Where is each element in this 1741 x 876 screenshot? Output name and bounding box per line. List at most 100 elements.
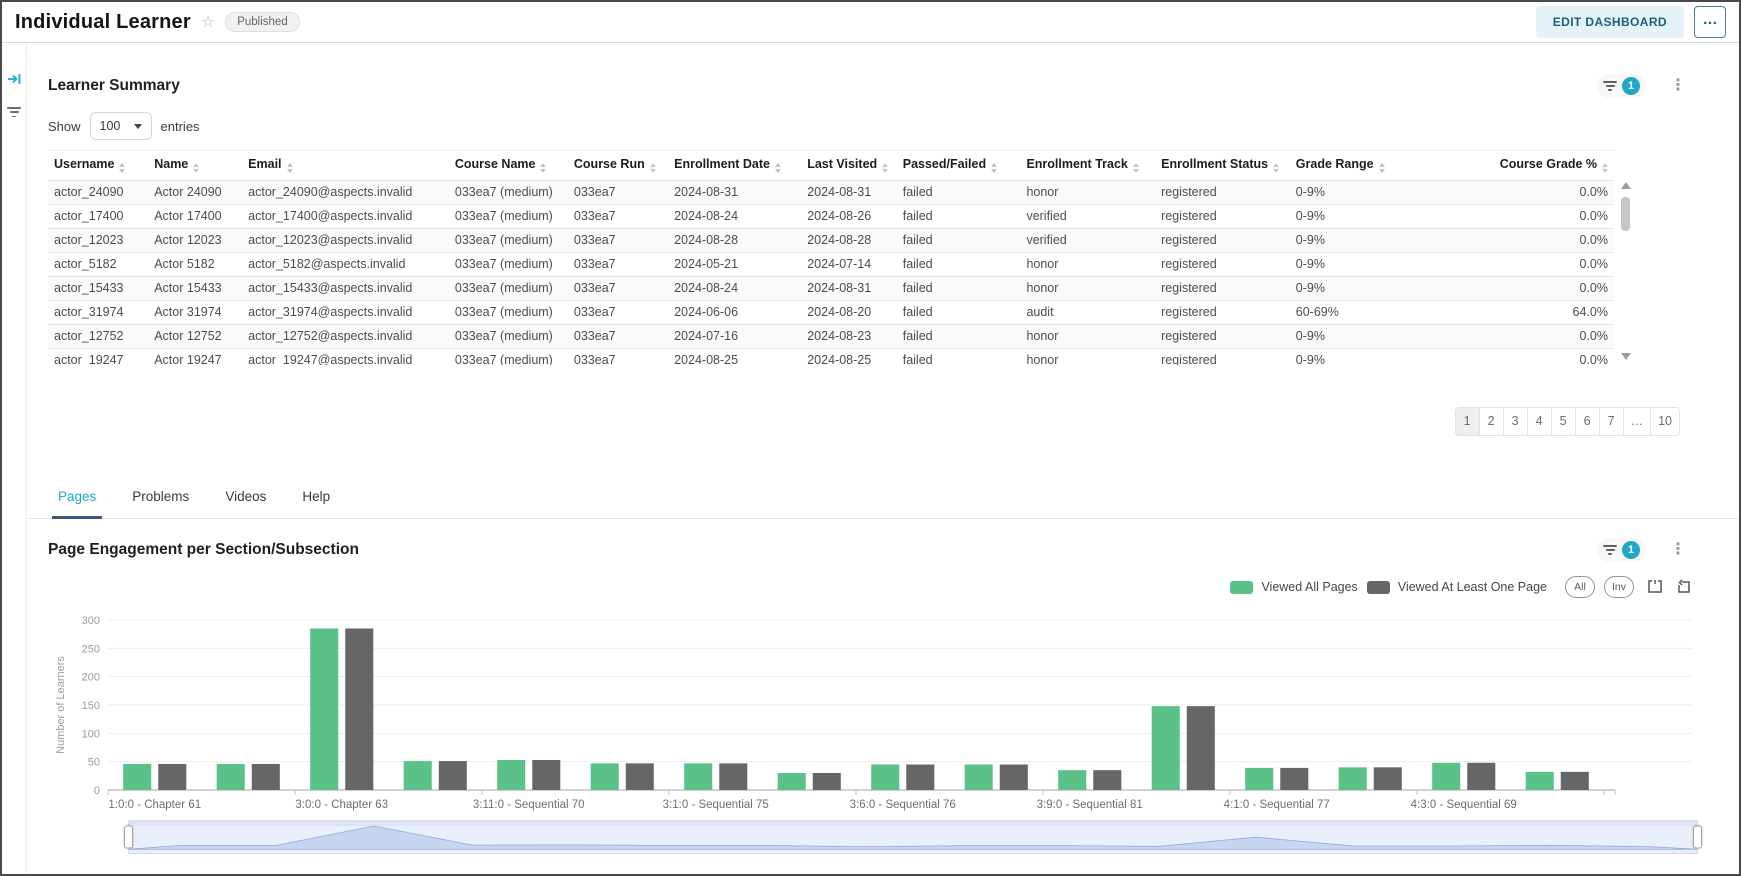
bar-viewed-all-pages[interactable] [497, 759, 526, 790]
bar-viewed-all-pages[interactable] [1245, 767, 1274, 790]
favorite-star-icon[interactable]: ☆ [201, 12, 215, 32]
bar-viewed-all-pages[interactable] [1058, 770, 1087, 790]
bar-chart[interactable]: 0 50 100 150 200 250 300 Number of Learners 1:0:… [48, 606, 1692, 816]
bar-viewed-at-least-one-page[interactable] [345, 628, 374, 791]
bar-viewed-all-pages[interactable] [777, 773, 806, 790]
pagination-page-button[interactable]: 2 [1478, 406, 1504, 436]
table-cell: 2024-08-24 [668, 204, 802, 229]
kebab-menu-icon[interactable]: ⋮ [1664, 542, 1692, 558]
bar-viewed-at-least-one-page[interactable] [1280, 767, 1309, 790]
bar-viewed-at-least-one-page[interactable] [719, 763, 748, 790]
bar-viewed-at-least-one-page[interactable] [1373, 767, 1402, 790]
column-header[interactable]: Course Run [567, 150, 669, 181]
scroll-up-arrow-icon[interactable] [1620, 182, 1631, 189]
tab-problems[interactable]: Problems [132, 489, 189, 518]
bar-viewed-all-pages[interactable] [123, 763, 152, 790]
expand-filter-bar-icon[interactable] [7, 72, 22, 91]
datazoom-slider[interactable] [124, 820, 1702, 854]
column-header[interactable]: Enrollment Track [1020, 150, 1156, 181]
bar-viewed-at-least-one-page[interactable] [1186, 706, 1215, 790]
zoom-reset-icon[interactable] [1676, 579, 1692, 595]
bar-viewed-at-least-one-page[interactable] [906, 764, 935, 791]
bar-viewed-at-least-one-page[interactable] [158, 763, 187, 790]
bar-viewed-all-pages[interactable] [684, 763, 713, 790]
pagination-page-button[interactable]: 1 [1454, 406, 1480, 436]
bar-viewed-all-pages[interactable] [310, 628, 339, 791]
pagination-page-button[interactable]: 7 [1598, 406, 1624, 436]
column-header[interactable]: Enrollment Status [1155, 150, 1290, 181]
applied-filters-indicator[interactable]: 1 [1597, 74, 1646, 98]
datazoom-area [129, 825, 1697, 850]
scroll-down-arrow-icon[interactable] [1620, 353, 1631, 360]
tab-help[interactable]: Help [302, 489, 330, 518]
bar-viewed-all-pages[interactable] [216, 763, 245, 790]
column-header[interactable]: Enrollment Date [668, 150, 802, 181]
column-header[interactable]: Course Grade % [1408, 150, 1614, 181]
pagination-page-button[interactable]: 6 [1574, 406, 1600, 436]
table-cell: 60-69% [1289, 300, 1409, 325]
bar-viewed-at-least-one-page[interactable] [812, 773, 841, 790]
column-header[interactable]: Username [48, 150, 149, 181]
x-tick-label: 3:11:0 - Sequential 70 [473, 799, 585, 811]
table-cell: honor [1020, 252, 1156, 277]
pagination-page-button[interactable]: 10 [1650, 406, 1680, 436]
slider-right-handle[interactable] [1693, 825, 1702, 849]
bar-viewed-all-pages[interactable] [1338, 767, 1367, 790]
column-header[interactable]: Last Visited [801, 150, 897, 181]
bar-viewed-all-pages[interactable] [1432, 762, 1461, 790]
slider-left-handle[interactable] [124, 825, 133, 849]
bar-viewed-all-pages[interactable] [1525, 771, 1554, 790]
table-cell: 2024-08-28 [801, 228, 897, 253]
more-options-button[interactable]: … [1694, 6, 1726, 38]
legend-item[interactable]: Viewed At Least One Page [1366, 580, 1547, 594]
legend-select-all-button[interactable]: All [1565, 576, 1595, 598]
table-cell: actor_15433@aspects.invalid [242, 276, 449, 301]
tab-pages[interactable]: Pages [51, 489, 103, 519]
sort-icon [882, 163, 889, 173]
sort-icon [540, 163, 547, 173]
filter-icon[interactable] [7, 107, 21, 118]
bar-viewed-at-least-one-page[interactable] [1560, 771, 1589, 790]
x-tick-label: 3:1:0 - Sequential 75 [663, 799, 769, 811]
applied-filters-indicator[interactable]: 1 [1597, 538, 1646, 562]
pagination-page-button[interactable]: 4 [1526, 406, 1552, 436]
y-tick-label: 150 [82, 700, 100, 712]
bar-viewed-at-least-one-page[interactable] [532, 759, 561, 790]
column-header[interactable]: Course Name [448, 150, 568, 181]
legend-item[interactable]: Viewed All Pages [1230, 580, 1358, 594]
table-cell: registered [1155, 204, 1290, 229]
bar-viewed-at-least-one-page[interactable] [438, 761, 467, 790]
zoom-selection-icon[interactable] [1647, 579, 1663, 595]
bar-viewed-at-least-one-page[interactable] [625, 763, 654, 790]
pagination-page-button[interactable]: 3 [1502, 406, 1528, 436]
legend-inverse-button[interactable]: Inv [1604, 576, 1634, 598]
table-cell: Actor 17400 [148, 204, 243, 229]
bar-viewed-at-least-one-page[interactable] [999, 764, 1028, 791]
column-header[interactable]: Grade Range [1289, 150, 1409, 181]
x-tick-label: 4:1:0 - Sequential 77 [1224, 799, 1330, 811]
table-cell: Actor 24090 [148, 180, 243, 205]
page-size-select[interactable]: 100 [89, 112, 152, 140]
bar-viewed-at-least-one-page[interactable] [1467, 762, 1496, 790]
page-size-value: 100 [99, 119, 121, 133]
bar-viewed-at-least-one-page[interactable] [251, 763, 280, 790]
table-rows-viewport: actor_24090 Actor 24090 actor_24090@aspect… [48, 180, 1614, 365]
column-header[interactable]: Passed/Failed [896, 150, 1021, 181]
table-scrollbar[interactable] [1619, 179, 1632, 363]
bar-viewed-at-least-one-page[interactable] [1093, 770, 1122, 790]
column-header[interactable]: Email [242, 150, 449, 181]
bar-viewed-all-pages[interactable] [964, 764, 993, 791]
table-cell: 033ea7 [567, 324, 669, 349]
column-header[interactable]: Name [148, 150, 243, 181]
bar-viewed-all-pages[interactable] [1151, 706, 1180, 790]
table-cell: 2024-05-21 [668, 252, 802, 277]
table-cell: 2024-06-06 [668, 300, 802, 325]
scrollbar-thumb[interactable] [1621, 197, 1630, 231]
kebab-menu-icon[interactable]: ⋮ [1664, 78, 1692, 94]
pagination-page-button[interactable]: 5 [1550, 406, 1576, 436]
bar-viewed-all-pages[interactable] [403, 761, 432, 790]
tab-videos[interactable]: Videos [225, 489, 266, 518]
edit-dashboard-button[interactable]: EDIT DASHBOARD [1535, 6, 1684, 38]
bar-viewed-all-pages[interactable] [871, 764, 900, 791]
bar-viewed-all-pages[interactable] [590, 763, 619, 790]
